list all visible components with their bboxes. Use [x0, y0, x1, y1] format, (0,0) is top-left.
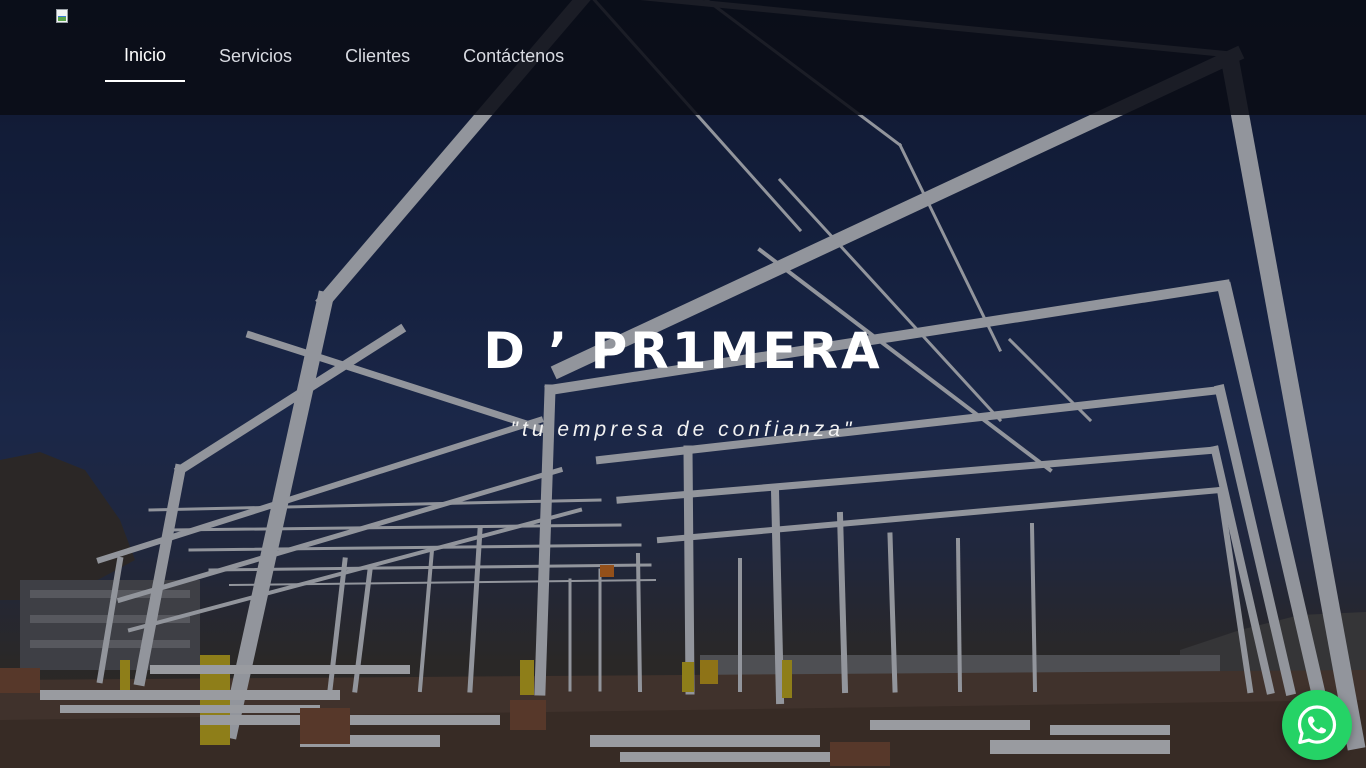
nav-item-servicios[interactable]: Servicios: [200, 42, 311, 83]
nav-item-clientes[interactable]: Clientes: [326, 42, 429, 83]
hero-background: [0, 0, 1366, 768]
hero-title: D ’ PR1MERA: [483, 322, 883, 380]
whatsapp-button[interactable]: [1282, 690, 1352, 760]
whatsapp-icon: [1297, 705, 1337, 745]
broken-logo-image-icon[interactable]: [55, 9, 71, 25]
nav-item-inicio[interactable]: Inicio: [105, 42, 186, 82]
nav-item-contactenos[interactable]: Contáctenos: [444, 42, 583, 83]
navbar: Inicio Servicios Clientes Contáctenos: [0, 0, 1366, 115]
main-nav: Inicio Servicios Clientes Contáctenos: [105, 42, 583, 83]
hero-dark-overlay: [0, 0, 1366, 768]
hero-tagline: "tu empresa de confianza": [510, 418, 856, 441]
